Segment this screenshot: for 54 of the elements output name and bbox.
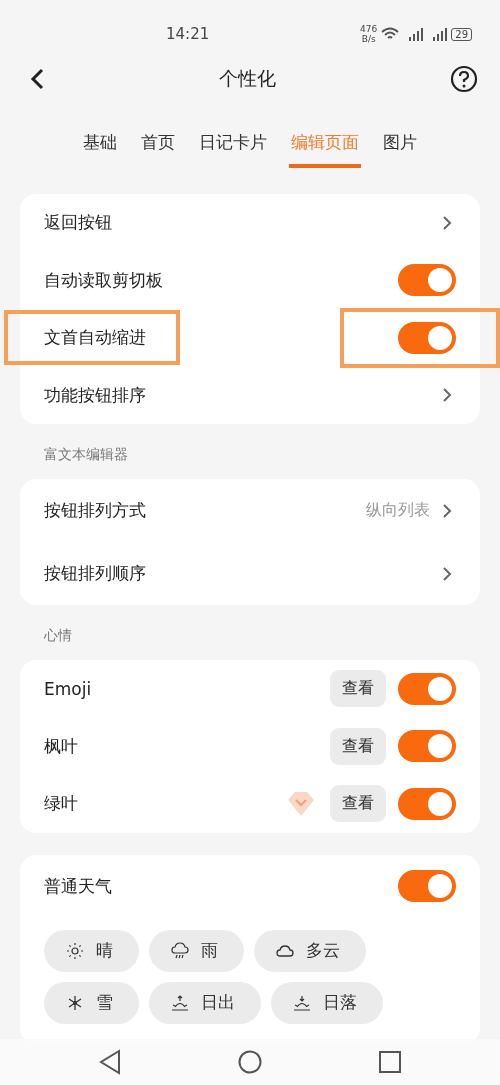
weather-chip[interactable]: 雨 — [149, 929, 244, 972]
page-title: 个性化 — [218, 66, 276, 91]
rain-cloud-icon — [171, 941, 189, 960]
setting-label: 按钮排列方式 — [44, 499, 146, 522]
toggle-switch[interactable] — [398, 787, 456, 820]
view-button[interactable]: 查看 — [330, 785, 386, 823]
weather-chip[interactable]: 雪 — [44, 981, 139, 1024]
weather-chip[interactable]: 日出 — [149, 981, 261, 1024]
setting-label: 枫叶 — [44, 734, 78, 758]
toggle-switch[interactable] — [398, 730, 456, 763]
chevron-right-icon — [442, 565, 452, 582]
setting-label: 绿叶 — [44, 792, 78, 816]
sun-icon — [66, 941, 84, 960]
chevron-right-icon — [442, 214, 452, 231]
back-button[interactable] — [28, 66, 46, 92]
network-speed: 476 — [360, 24, 378, 34]
weather-chip[interactable]: 晴 — [44, 929, 139, 972]
setting-label: 按钮排列顺序 — [44, 562, 146, 585]
setting-label: 自动读取剪切板 — [44, 268, 163, 292]
section-heading: 心情 — [43, 626, 73, 645]
back-icon — [30, 68, 44, 90]
setting-label: 功能按钮排序 — [44, 383, 146, 407]
wifi-icon — [381, 27, 400, 41]
triangle-back-icon — [98, 1049, 121, 1075]
network-speed-unit: B/s — [361, 34, 376, 44]
circle-home-icon — [238, 1050, 262, 1074]
view-button[interactable]: 查看 — [330, 670, 386, 708]
tab[interactable]: 日记卡片 — [197, 120, 269, 168]
chevron-right-icon — [442, 502, 452, 519]
toggle-switch[interactable] — [398, 321, 456, 354]
battery-level: 29 — [451, 27, 472, 41]
toggle-switch[interactable] — [398, 264, 456, 297]
snowflake-icon — [66, 993, 84, 1012]
tab[interactable]: 图片 — [381, 120, 419, 168]
tab[interactable]: 基础 — [81, 120, 119, 168]
toggle-switch[interactable] — [398, 870, 456, 902]
toggle-switch[interactable] — [398, 672, 456, 705]
square-recents-icon — [379, 1051, 402, 1073]
help-button[interactable] — [448, 63, 480, 95]
setting-label: 文首自动缩进 — [44, 326, 146, 350]
clock-time: 14:21 — [166, 25, 210, 43]
setting-value: 纵向列表 — [366, 500, 430, 521]
setting-label: 普通天气 — [44, 874, 112, 898]
view-button[interactable]: 查看 — [330, 727, 386, 765]
setting-label: 返回按钮 — [44, 211, 112, 235]
section-heading: 富文本编辑器 — [43, 445, 129, 464]
sunset-icon — [293, 993, 311, 1012]
weather-chip[interactable]: 日落 — [271, 981, 383, 1024]
sunrise-icon — [171, 993, 189, 1012]
help-icon — [450, 65, 478, 93]
chevron-right-icon — [442, 387, 452, 404]
setting-label: Emoji — [44, 678, 92, 699]
weather-chip[interactable]: 多云 — [254, 929, 366, 972]
tab[interactable]: 首页 — [139, 120, 177, 168]
